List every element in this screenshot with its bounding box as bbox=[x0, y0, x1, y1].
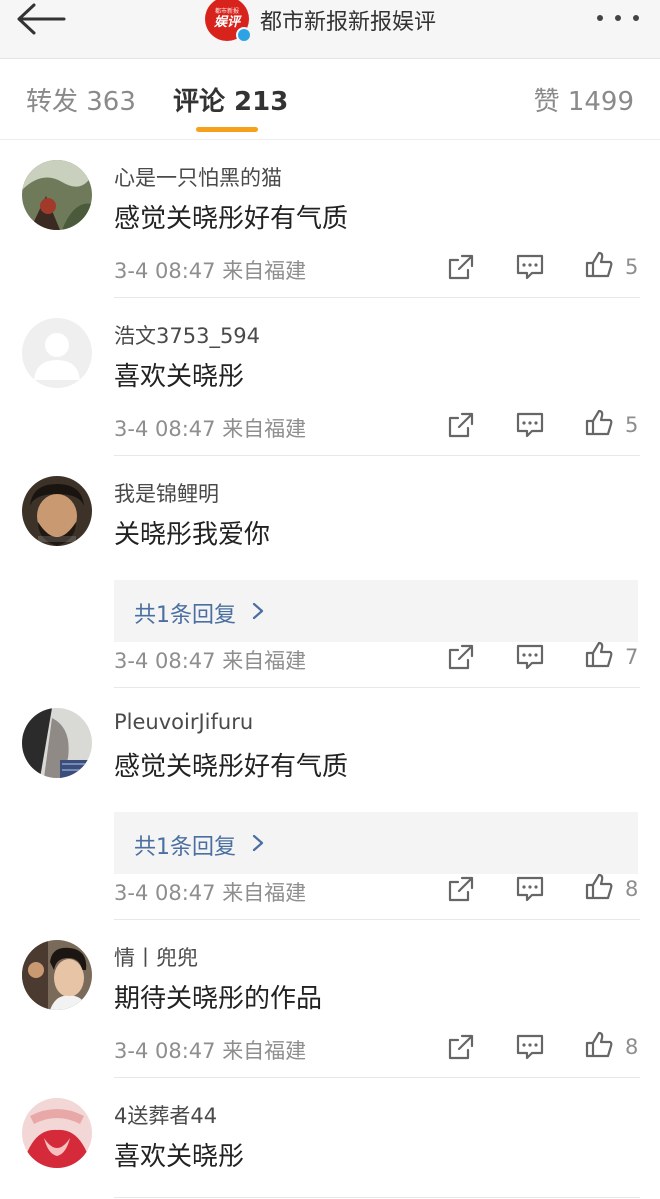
comment-source: 来自福建 bbox=[222, 417, 307, 441]
share-button[interactable] bbox=[446, 874, 476, 904]
reply-button[interactable] bbox=[515, 642, 545, 672]
reply-button[interactable] bbox=[515, 252, 545, 282]
comment-text: 喜欢关晓彤 bbox=[114, 362, 245, 392]
logo-text: 娱评 bbox=[213, 15, 240, 30]
comment-item: 4送葬者44 喜欢关晓彤 bbox=[0, 1078, 660, 1198]
share-button[interactable] bbox=[446, 1032, 476, 1062]
comment-icon bbox=[516, 254, 544, 280]
comment-text: 期待关晓彤的作品 bbox=[114, 984, 323, 1014]
thumbs-up-icon bbox=[585, 1031, 613, 1058]
comment-time: 3-4 08:47 bbox=[114, 417, 216, 441]
comment-time: 3-4 08:47 bbox=[114, 881, 216, 905]
like-button[interactable] bbox=[584, 872, 614, 902]
like-button[interactable] bbox=[584, 408, 614, 438]
chevron-right-icon bbox=[252, 602, 264, 620]
reply-thread-link[interactable]: 共1条回复 bbox=[114, 580, 638, 642]
comment-meta: 3-4 08:47 来自福建 bbox=[114, 645, 306, 675]
reply-button[interactable] bbox=[515, 874, 545, 904]
logo-small-text: 都市新报 bbox=[214, 8, 239, 15]
account-header[interactable]: 都市新报 娱评 都市新报新报娱评 bbox=[205, 0, 436, 43]
comment-time: 3-4 08:47 bbox=[114, 1039, 216, 1063]
verified-badge-icon bbox=[236, 27, 252, 43]
comment-source: 来自福建 bbox=[222, 1039, 307, 1063]
comment-time: 3-4 08:47 bbox=[114, 259, 216, 283]
like-count: 7 bbox=[625, 645, 639, 669]
comment-time: 3-4 08:47 bbox=[114, 649, 216, 673]
account-avatar[interactable]: 都市新报 娱评 bbox=[205, 0, 252, 43]
thumbs-up-icon bbox=[585, 873, 613, 900]
comment-item: 心是一只怕黑的猫 感觉关晓彤好有气质 3-4 08:47 来自福建 5 bbox=[0, 140, 660, 298]
reply-button[interactable] bbox=[515, 1032, 545, 1062]
comment-username[interactable]: 我是锦鲤明 bbox=[114, 478, 219, 508]
comment-icon bbox=[516, 644, 544, 670]
share-icon bbox=[448, 1034, 474, 1060]
comment-meta: 3-4 08:47 来自福建 bbox=[114, 877, 306, 907]
like-count: 5 bbox=[625, 255, 639, 279]
share-icon bbox=[448, 876, 474, 902]
comment-source: 来自福建 bbox=[222, 881, 307, 905]
tab-bar: 转发 363 评论 213 赞 1499 bbox=[0, 59, 660, 140]
comment-meta: 3-4 08:47 来自福建 bbox=[114, 255, 306, 285]
like-button[interactable] bbox=[584, 250, 614, 280]
thumbs-up-icon bbox=[585, 641, 613, 668]
tab-like[interactable]: 赞 1499 bbox=[534, 81, 634, 118]
back-button[interactable] bbox=[14, 2, 68, 36]
tab-repost[interactable]: 转发 363 bbox=[26, 81, 136, 118]
like-button[interactable] bbox=[584, 640, 614, 670]
avatar[interactable] bbox=[22, 940, 92, 1010]
comment-icon bbox=[516, 412, 544, 438]
active-tab-indicator bbox=[196, 127, 258, 132]
more-button[interactable] bbox=[594, 8, 642, 28]
comment-username[interactable]: 浩文3753_594 bbox=[114, 320, 260, 350]
avatar[interactable] bbox=[22, 708, 92, 778]
share-button[interactable] bbox=[446, 410, 476, 440]
comment-source: 来自福建 bbox=[222, 259, 307, 283]
comment-meta: 3-4 08:47 来自福建 bbox=[114, 1035, 306, 1065]
comment-username[interactable]: 情丨兜兜 bbox=[114, 942, 198, 972]
share-button[interactable] bbox=[446, 642, 476, 672]
comment-text: 关晓彤我爱你 bbox=[114, 520, 271, 550]
comment-item: 浩文3753_594 喜欢关晓彤 3-4 08:47 来自福建 5 bbox=[0, 298, 660, 456]
weibo-comments-page: 都市新报 娱评 都市新报新报娱评 转发 363 评论 213 赞 1499 心是… bbox=[0, 0, 660, 1199]
comment-item: 我是锦鲤明 关晓彤我爱你 共1条回复 3-4 08:47 来自福建 7 bbox=[0, 456, 660, 688]
like-count: 8 bbox=[625, 1035, 639, 1059]
back-arrow-icon bbox=[17, 3, 66, 35]
comment-username[interactable]: PleuvoirJifuru bbox=[114, 710, 253, 734]
like-count: 5 bbox=[625, 413, 639, 437]
thumbs-up-icon bbox=[585, 251, 613, 278]
avatar[interactable] bbox=[22, 160, 92, 230]
comment-icon bbox=[516, 876, 544, 902]
avatar[interactable] bbox=[22, 1098, 92, 1168]
comment-username[interactable]: 4送葬者44 bbox=[114, 1100, 217, 1130]
thumbs-up-icon bbox=[585, 409, 613, 436]
more-dots-icon bbox=[597, 15, 639, 21]
reply-count-label: 共1条回复 bbox=[134, 835, 236, 860]
comment-meta: 3-4 08:47 来自福建 bbox=[114, 413, 306, 443]
chevron-right-icon bbox=[252, 834, 264, 852]
comment-item: PleuvoirJifuru 感觉关晓彤好有气质 共1条回复 3-4 08:47… bbox=[0, 688, 660, 920]
comment-text: 喜欢关晓彤 bbox=[114, 1142, 245, 1172]
reply-thread-link[interactable]: 共1条回复 bbox=[114, 812, 638, 874]
account-name[interactable]: 都市新报新报娱评 bbox=[260, 4, 436, 36]
comment-text: 感觉关晓彤好有气质 bbox=[114, 752, 349, 782]
like-count: 8 bbox=[625, 877, 639, 901]
tab-comment[interactable]: 评论 213 bbox=[173, 81, 288, 118]
comment-text: 感觉关晓彤好有气质 bbox=[114, 204, 349, 234]
like-button[interactable] bbox=[584, 1030, 614, 1060]
comment-username[interactable]: 心是一只怕黑的猫 bbox=[114, 162, 282, 192]
comment-item: 情丨兜兜 期待关晓彤的作品 3-4 08:47 来自福建 8 bbox=[0, 920, 660, 1078]
share-icon bbox=[448, 644, 474, 670]
reply-button[interactable] bbox=[515, 410, 545, 440]
comment-source: 来自福建 bbox=[222, 649, 307, 673]
share-icon bbox=[448, 412, 474, 438]
avatar[interactable] bbox=[22, 318, 92, 388]
share-icon bbox=[448, 254, 474, 280]
top-bar: 都市新报 娱评 都市新报新报娱评 bbox=[0, 0, 660, 59]
avatar[interactable] bbox=[22, 476, 92, 546]
comment-list: 心是一只怕黑的猫 感觉关晓彤好有气质 3-4 08:47 来自福建 5 浩文37… bbox=[0, 140, 660, 1198]
reply-count-label: 共1条回复 bbox=[134, 603, 236, 628]
share-button[interactable] bbox=[446, 252, 476, 282]
comment-icon bbox=[516, 1034, 544, 1060]
